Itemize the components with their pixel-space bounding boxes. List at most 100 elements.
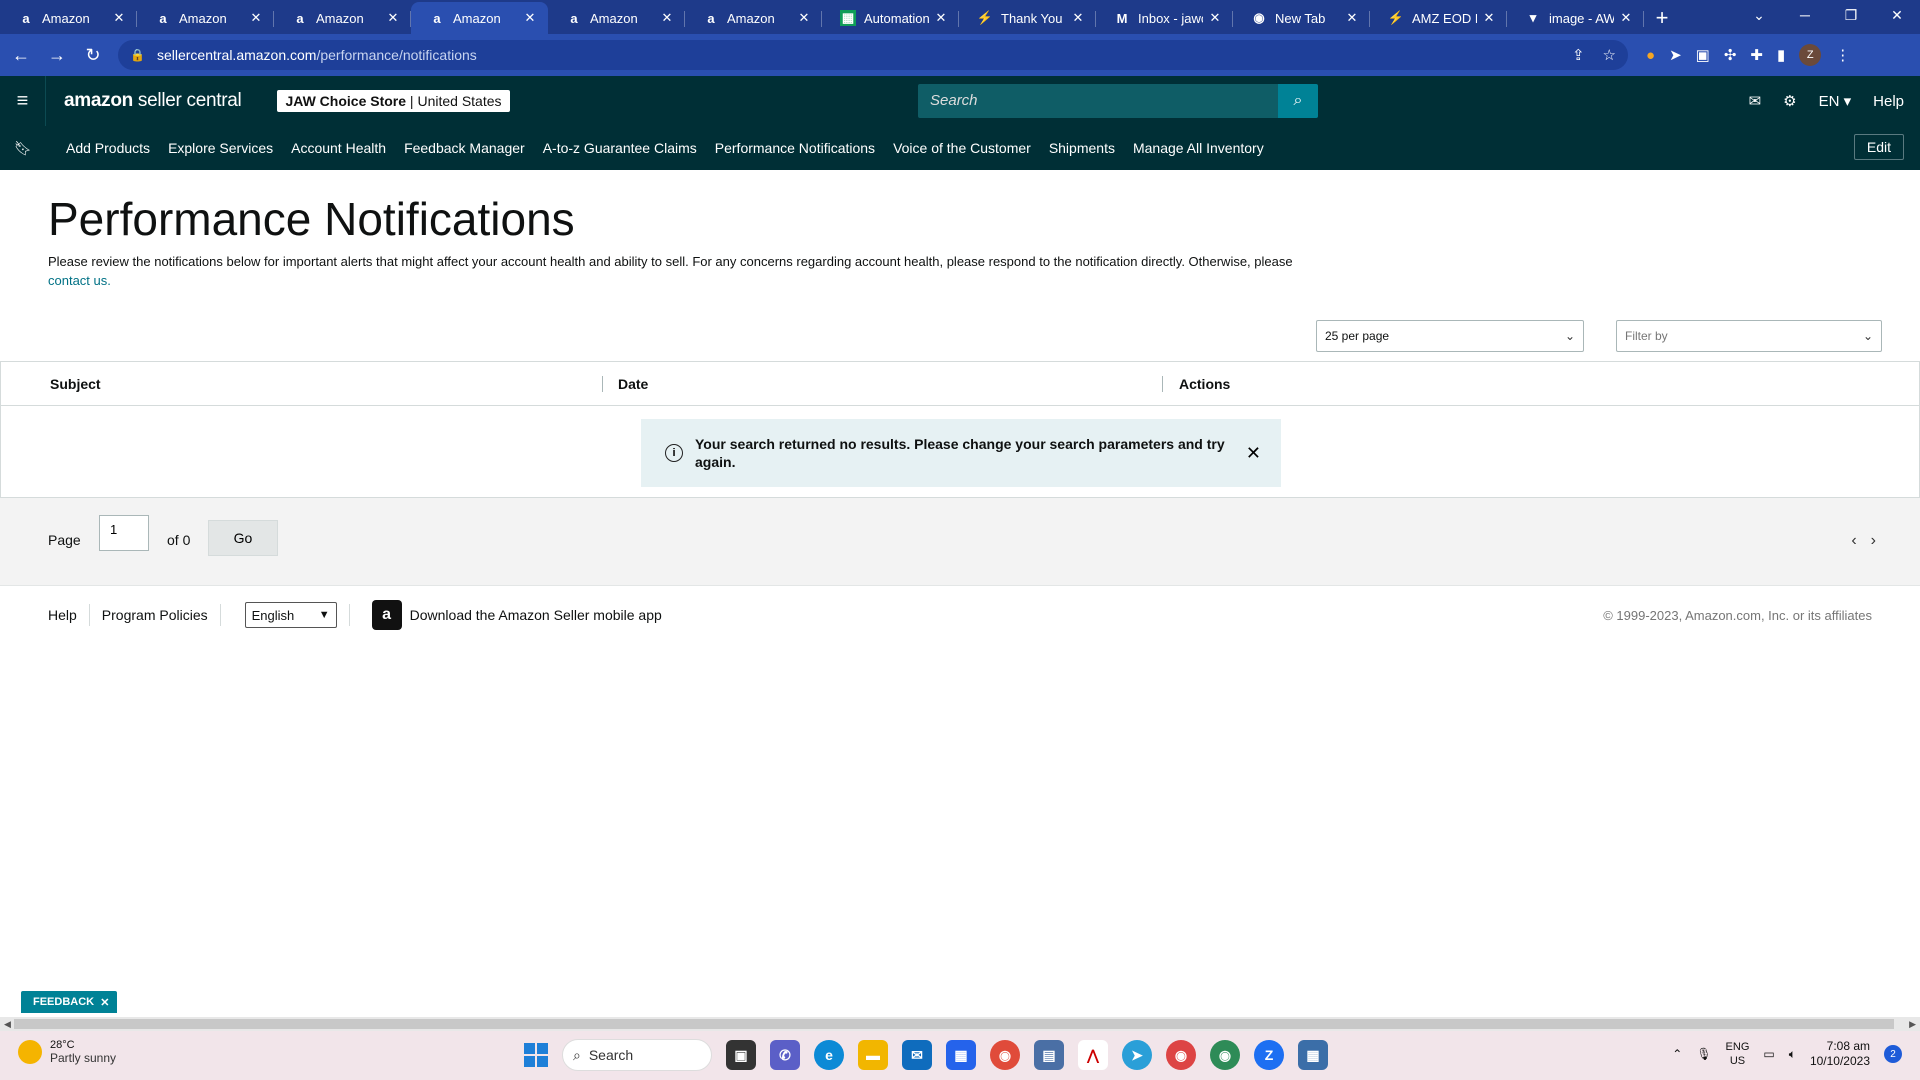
pdf-app-icon[interactable]: ⋀ — [1078, 1040, 1108, 1070]
nav-link[interactable]: Manage All Inventory — [1133, 140, 1264, 156]
nav-link[interactable]: Shipments — [1049, 140, 1115, 156]
profile-avatar[interactable]: Z — [1799, 44, 1822, 66]
telegram-icon[interactable]: ➤ — [1122, 1040, 1152, 1070]
chrome-icon[interactable]: ◉ — [990, 1040, 1020, 1070]
input-language[interactable]: ENG US — [1726, 1040, 1750, 1068]
close-window-button[interactable]: ✕ — [1874, 0, 1920, 30]
close-tab-icon[interactable]: ✕ — [385, 10, 401, 26]
reload-button[interactable]: ↻ — [78, 45, 108, 66]
menu-dots-icon[interactable]: ⋮ — [1835, 46, 1850, 64]
scroll-right-icon[interactable]: ▶ — [1909, 1017, 1916, 1031]
page-number-input[interactable]: 1 — [99, 515, 149, 551]
taskbar-search[interactable]: ⌕ Search — [562, 1039, 712, 1071]
browser-tab[interactable]: M Inbox - jawcl✕ — [1096, 2, 1233, 34]
calculator-icon[interactable]: ▦ — [1298, 1040, 1328, 1070]
close-tab-icon[interactable]: ✕ — [659, 10, 675, 26]
store-selector[interactable]: JAW Choice Store | United States — [277, 90, 510, 112]
nav-link[interactable]: Voice of the Customer — [893, 140, 1031, 156]
browser-tab[interactable]: a Amazon ✕ — [685, 2, 822, 34]
browser-tab[interactable]: ⚡ AMZ EOD Re✕ — [1370, 2, 1507, 34]
mail-icon[interactable]: ✉ — [1749, 92, 1762, 110]
windows-start-icon[interactable] — [524, 1043, 548, 1067]
nav-link[interactable]: Account Health — [291, 140, 386, 156]
minimize-button[interactable]: ─ — [1782, 0, 1828, 30]
close-tab-icon[interactable]: ✕ — [1070, 10, 1086, 26]
file-explorer-icon[interactable]: ▬ — [858, 1040, 888, 1070]
extension-circle-icon[interactable]: ● — [1646, 47, 1655, 64]
scrollbar-thumb[interactable] — [14, 1019, 1894, 1029]
notification-badge[interactable]: 2 — [1884, 1045, 1902, 1063]
go-button[interactable]: Go — [208, 520, 278, 556]
browser-tab[interactable]: ▦ Automation ✕ — [822, 2, 959, 34]
search-button[interactable]: ⌕ — [1278, 84, 1318, 118]
network-icon[interactable]: ▭ — [1763, 1047, 1774, 1061]
close-tab-icon[interactable]: ✕ — [1207, 10, 1223, 26]
clock[interactable]: 7:08 am 10/10/2023 — [1810, 1039, 1870, 1069]
close-tab-icon[interactable]: ✕ — [522, 10, 538, 26]
help-link[interactable]: Help — [1873, 93, 1904, 110]
column-subject[interactable]: Subject — [50, 362, 101, 406]
browser-tab[interactable]: ⚡ Thank You ✕ — [959, 2, 1096, 34]
feedback-tab[interactable]: FEEDBACK ✕ — [21, 991, 118, 1013]
share-icon[interactable]: ⇪ — [1572, 46, 1585, 64]
browser-tab[interactable]: a Amazon ✕ — [548, 2, 685, 34]
network-app-icon[interactable]: ▤ — [1034, 1040, 1064, 1070]
close-tab-icon[interactable]: ✕ — [1344, 10, 1360, 26]
column-date[interactable]: Date — [618, 362, 648, 406]
nav-link[interactable]: A-to-z Guarantee Claims — [543, 140, 697, 156]
forward-button[interactable]: → — [42, 45, 72, 66]
chevron-left-icon[interactable]: ‹ — [1851, 532, 1856, 550]
teams-chat-icon[interactable]: ✆ — [770, 1040, 800, 1070]
chevron-up-icon[interactable]: ⌃ — [1672, 1047, 1682, 1061]
side-panel-icon[interactable]: ▮ — [1777, 46, 1785, 64]
close-icon[interactable]: ✕ — [100, 996, 109, 1009]
close-tab-icon[interactable]: ✕ — [248, 10, 264, 26]
lock-icon[interactable]: 🔒 — [130, 48, 145, 62]
zoom-icon[interactable]: Z — [1254, 1040, 1284, 1070]
url-field[interactable]: 🔒 sellercentral.amazon.com/performance/n… — [118, 40, 1628, 70]
filter-select[interactable]: Filter by ⌄ — [1616, 320, 1882, 352]
extension-dots-icon[interactable]: ✣ — [1724, 46, 1737, 64]
bookmark-icon[interactable]: 🔖︎ — [0, 140, 46, 157]
close-tab-icon[interactable]: ✕ — [796, 10, 812, 26]
new-tab-button[interactable]: + — [1644, 2, 1680, 34]
footer-help-link[interactable]: Help — [48, 607, 77, 623]
store-icon[interactable]: ▦ — [946, 1040, 976, 1070]
edge-icon[interactable]: e — [814, 1040, 844, 1070]
close-tab-icon[interactable]: ✕ — [1481, 10, 1497, 26]
browser-tab[interactable]: a Amazon ✕ — [274, 2, 411, 34]
edit-button[interactable]: Edit — [1853, 134, 1904, 160]
language-selector[interactable]: EN ▾ — [1819, 92, 1852, 110]
contact-us-link[interactable]: contact us. — [48, 273, 111, 288]
extension-arrow-icon[interactable]: ➤ — [1669, 46, 1682, 64]
close-tab-icon[interactable]: ✕ — [933, 10, 949, 26]
gear-icon[interactable]: ⚙ — [1783, 92, 1796, 110]
program-policies-link[interactable]: Program Policies — [102, 607, 208, 623]
per-page-select[interactable]: 25 per page ⌄ — [1316, 320, 1584, 352]
download-app-link[interactable]: Download the Amazon Seller mobile app — [410, 607, 662, 623]
nav-link[interactable]: Add Products — [66, 140, 150, 156]
scroll-left-icon[interactable]: ◀ — [4, 1017, 11, 1031]
amazon-seller-app-icon[interactable]: a — [371, 600, 402, 630]
hamburger-menu-icon[interactable]: ≡ — [0, 76, 46, 126]
browser-tab[interactable]: a Amazon ✕ — [0, 2, 137, 34]
weather-widget[interactable]: 28°C Partly sunny — [18, 1039, 116, 1065]
close-icon[interactable]: ✕ — [1246, 443, 1261, 464]
chrome-profile-icon[interactable]: ◉ — [1166, 1040, 1196, 1070]
bookmark-star-icon[interactable]: ☆ — [1603, 46, 1616, 64]
puzzle-icon[interactable]: ✚ — [1750, 46, 1763, 64]
tab-search-icon[interactable]: ⌄ — [1736, 0, 1782, 30]
extension-off-icon[interactable]: ▣ — [1696, 46, 1710, 64]
browser-tab[interactable]: ◉ New Tab ✕ — [1233, 2, 1370, 34]
back-button[interactable]: ← — [6, 45, 36, 66]
chrome-profile-2-icon[interactable]: ◉ — [1210, 1040, 1240, 1070]
browser-tab[interactable]: a Amazon ✕ — [137, 2, 274, 34]
restore-button[interactable]: ❐ — [1828, 0, 1874, 30]
footer-language-select[interactable]: English ▼ — [244, 602, 337, 628]
nav-link[interactable]: Feedback Manager — [404, 140, 525, 156]
mail-app-icon[interactable]: ✉ — [902, 1040, 932, 1070]
horizontal-scrollbar[interactable]: ◀ ▶ — [0, 1017, 1920, 1031]
seller-central-logo[interactable]: amazon seller central — [64, 90, 242, 112]
nav-link[interactable]: Performance Notifications — [715, 140, 875, 156]
close-tab-icon[interactable]: ✕ — [1618, 10, 1634, 26]
